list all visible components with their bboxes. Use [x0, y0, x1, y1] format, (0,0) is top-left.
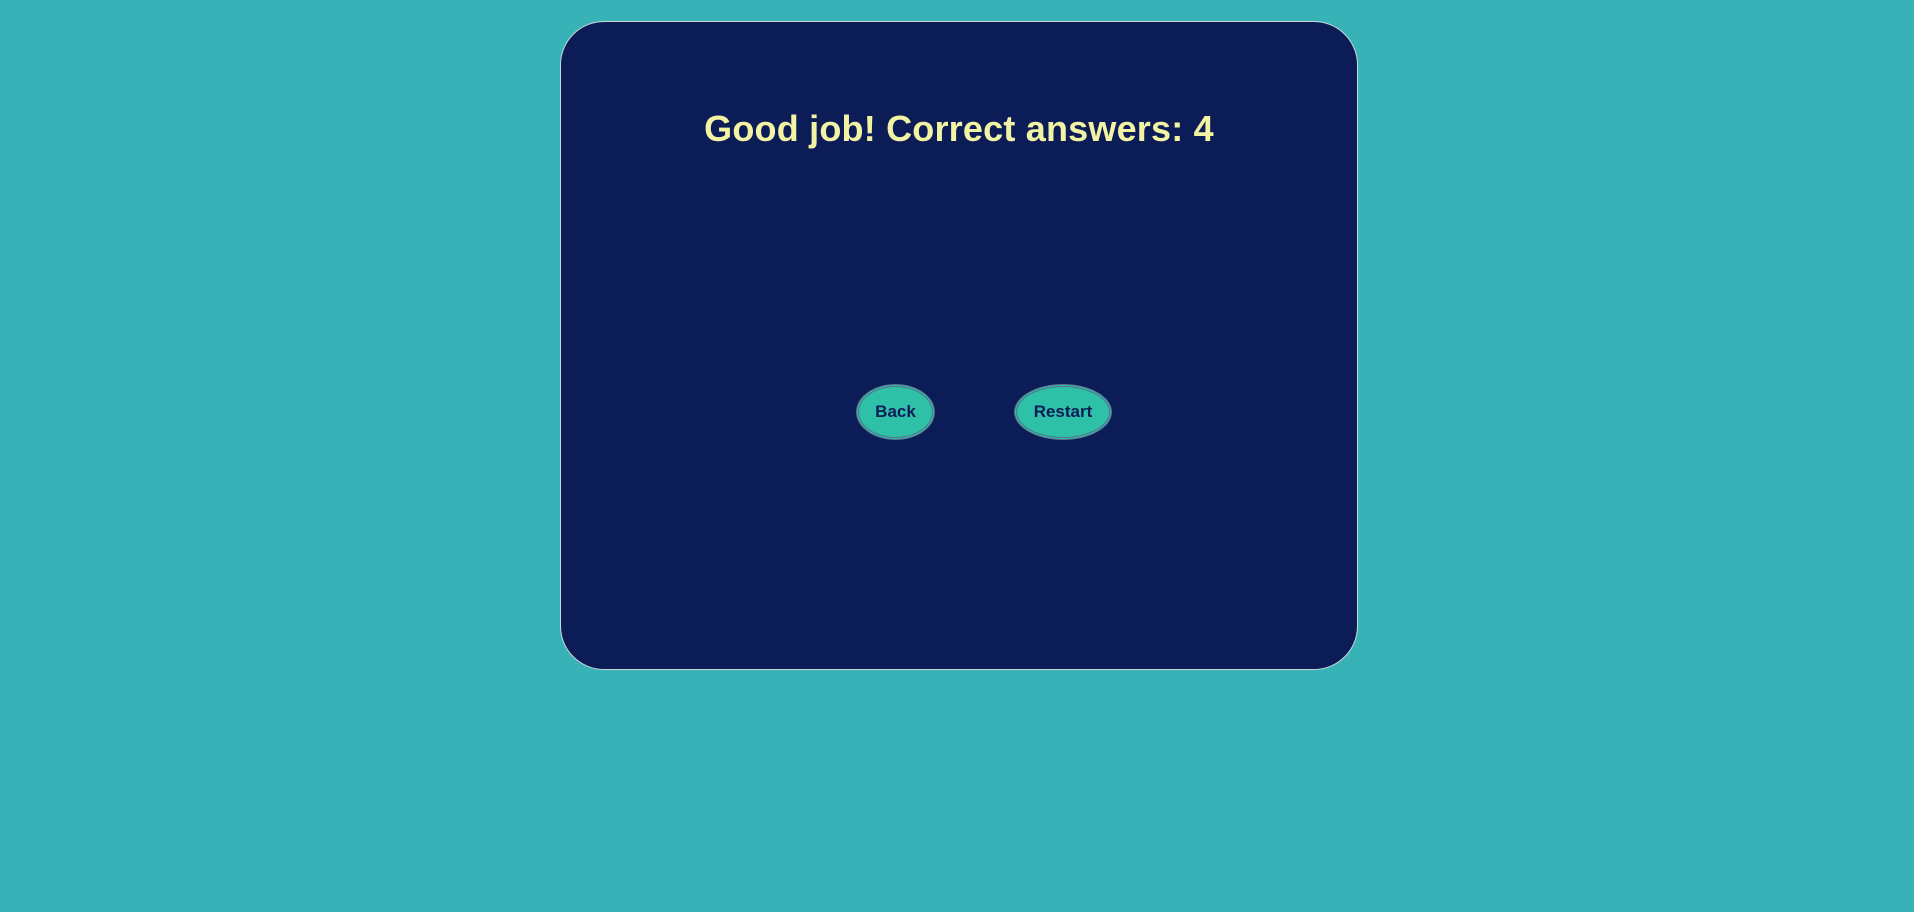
result-message: Good job! Correct answers: 4 [704, 108, 1214, 149]
result-card: Good job! Correct answers: 4 Back Restar… [560, 21, 1358, 670]
restart-button[interactable]: Restart [1014, 384, 1112, 440]
back-button[interactable]: Back [856, 384, 935, 440]
